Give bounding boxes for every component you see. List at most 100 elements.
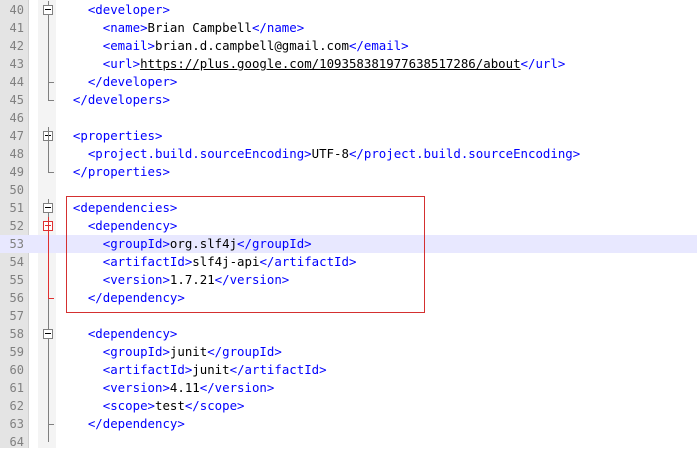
- line-number: 48: [9, 147, 24, 161]
- fold-toggle-icon[interactable]: [43, 329, 53, 339]
- line-content: </developers>: [58, 91, 170, 109]
- line-number: 43: [9, 57, 24, 71]
- code-line[interactable]: 43 <url>https://plus.google.com/10935838…: [0, 55, 697, 73]
- xml-tag: <name>: [102, 20, 148, 35]
- line-number: 44: [9, 75, 24, 89]
- code-line[interactable]: 49 </properties>: [0, 163, 697, 181]
- xml-tag: <url>: [102, 56, 141, 71]
- code-line[interactable]: 64: [0, 433, 697, 451]
- fold-guide-line: [48, 1, 49, 100]
- line-number: 54: [9, 255, 24, 269]
- xml-tag: </name>: [251, 20, 305, 35]
- line-content: <version>4.11</version>: [58, 379, 275, 397]
- code-line[interactable]: 40 <developer>: [0, 1, 697, 19]
- line-number: 58: [9, 327, 24, 341]
- line-number: 42: [9, 39, 24, 53]
- line-number: 53: [9, 237, 24, 251]
- line-content: </properties>: [58, 163, 170, 181]
- line-number: 50: [9, 183, 24, 197]
- xml-tag: </dependency>: [87, 416, 185, 431]
- line-number: 56: [9, 291, 24, 305]
- fold-guide-line: [48, 127, 49, 172]
- xml-tag: <version>: [102, 380, 170, 395]
- line-content: <project.build.sourceEncoding>UTF-8</pro…: [58, 145, 580, 163]
- xml-tag: </developer>: [87, 74, 178, 89]
- xml-text: test: [154, 398, 185, 413]
- line-number: 46: [9, 111, 24, 125]
- xml-tag: <scope>: [102, 398, 155, 413]
- line-number: 60: [9, 363, 24, 377]
- dependency-highlight-box: [66, 196, 425, 313]
- code-line[interactable]: 58 <dependency>: [0, 325, 697, 343]
- line-number: 64: [9, 435, 24, 449]
- xml-tag: </project.build.sourceEncoding>: [348, 146, 581, 161]
- fold-end-marker: [48, 100, 54, 101]
- url-link[interactable]: https://plus.google.com/1093583819776385…: [140, 56, 520, 71]
- xml-text: junit: [192, 362, 230, 377]
- line-content: [58, 109, 73, 127]
- xml-tag: </groupId>: [207, 344, 282, 359]
- line-content: </developer>: [58, 73, 178, 91]
- xml-text: brian.d.campbell@gmail.com: [154, 38, 349, 53]
- line-content: <scope>test</scope>: [58, 397, 245, 415]
- line-content: <name>Brian Campbell</name>: [58, 19, 304, 37]
- fold-guide-line: [48, 217, 49, 298]
- line-number: 55: [9, 273, 24, 287]
- xml-tag: </email>: [348, 38, 409, 53]
- xml-text: UTF-8: [311, 146, 349, 161]
- xml-tag: </properties>: [72, 164, 170, 179]
- line-content: <dependency>: [58, 325, 178, 343]
- code-line[interactable]: 46: [0, 109, 697, 127]
- line-content: <url>https://plus.google.com/10935838197…: [58, 55, 566, 73]
- line-content: <groupId>junit</groupId>: [58, 343, 282, 361]
- xml-tag: <groupId>: [102, 344, 170, 359]
- xml-tag: <email>: [102, 38, 155, 53]
- xml-tag: </artifactId>: [229, 362, 327, 377]
- code-line[interactable]: 42 <email>brian.d.campbell@gmail.com</em…: [0, 37, 697, 55]
- xml-text: junit: [169, 344, 208, 359]
- xml-text: 4.11: [169, 380, 200, 395]
- xml-tag: </developers>: [72, 92, 170, 107]
- fold-end-marker: [48, 172, 54, 173]
- fold-end-marker: [48, 424, 54, 425]
- line-number: 62: [9, 399, 24, 413]
- code-line[interactable]: 41 <name>Brian Campbell</name>: [0, 19, 697, 37]
- line-content: </dependency>: [58, 415, 185, 433]
- code-line[interactable]: 62 <scope>test</scope>: [0, 397, 697, 415]
- line-number: 63: [9, 417, 24, 431]
- code-line[interactable]: 44 </developer>: [0, 73, 697, 91]
- fold-toggle-icon[interactable]: [43, 5, 53, 15]
- line-content: <artifactId>junit</artifactId>: [58, 361, 327, 379]
- line-number: 47: [9, 129, 24, 143]
- xml-text: Brian Campbell: [147, 20, 252, 35]
- code-line[interactable]: 47 <properties>: [0, 127, 697, 145]
- line-number: 61: [9, 381, 24, 395]
- line-content: <properties>: [58, 127, 163, 145]
- code-line[interactable]: 61 <version>4.11</version>: [0, 379, 697, 397]
- line-content: <email>brian.d.campbell@gmail.com</email…: [58, 37, 409, 55]
- line-number: 59: [9, 345, 24, 359]
- code-line[interactable]: 63 </dependency>: [0, 415, 697, 433]
- xml-tag: <project.build.sourceEncoding>: [87, 146, 312, 161]
- line-number: 52: [9, 219, 24, 233]
- line-number: 49: [9, 165, 24, 179]
- line-number: 40: [9, 3, 24, 17]
- fold-end-marker: [48, 298, 54, 299]
- fold-toggle-icon[interactable]: [43, 203, 53, 213]
- xml-tag: </version>: [199, 380, 275, 395]
- xml-tag: <artifactId>: [102, 362, 193, 377]
- fold-end-marker: [48, 82, 54, 83]
- line-number: 57: [9, 309, 24, 323]
- code-line[interactable]: 45 </developers>: [0, 91, 697, 109]
- line-content: <developer>: [58, 1, 170, 19]
- code-line[interactable]: 48 <project.build.sourceEncoding>UTF-8</…: [0, 145, 697, 163]
- xml-tag: </scope>: [184, 398, 245, 413]
- xml-tag: <dependency>: [87, 326, 178, 341]
- line-number: 41: [9, 21, 24, 35]
- line-number: 45: [9, 93, 24, 107]
- code-editor[interactable]: 40 <developer> 41 <name>Brian Campbell</n…: [0, 0, 697, 451]
- xml-tag: </url>: [520, 56, 566, 71]
- code-line[interactable]: 59 <groupId>junit</groupId>: [0, 343, 697, 361]
- line-number: 51: [9, 201, 24, 215]
- code-line[interactable]: 60 <artifactId>junit</artifactId>: [0, 361, 697, 379]
